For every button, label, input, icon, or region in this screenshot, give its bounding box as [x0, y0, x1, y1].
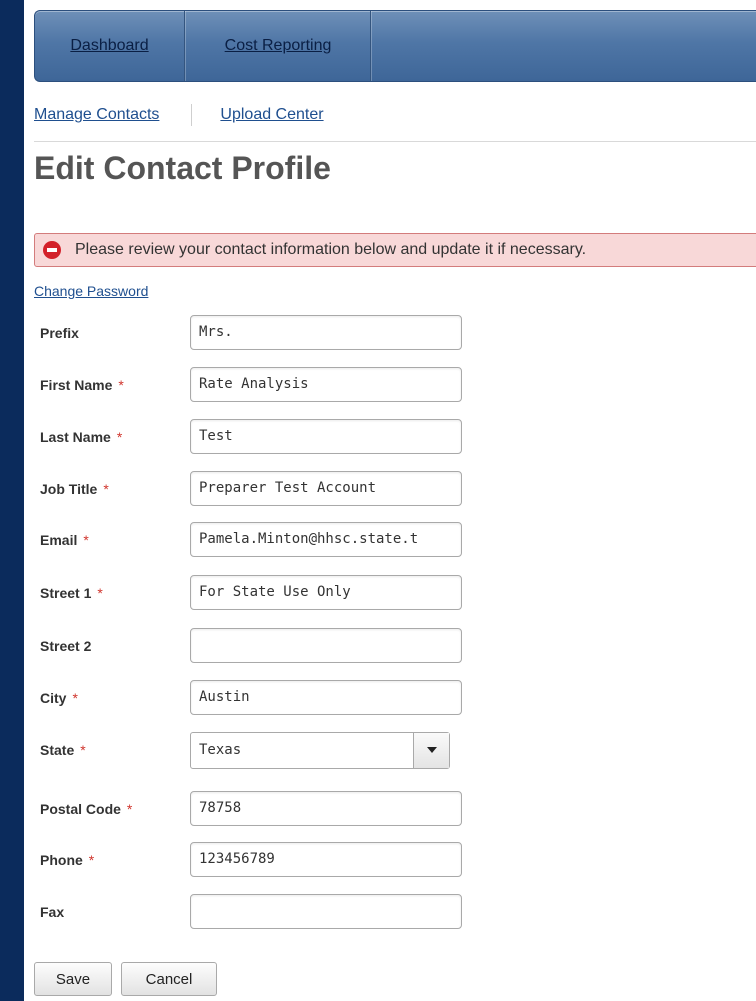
first-name-label: First Name *: [40, 377, 124, 393]
alert-text: Please review your contact information b…: [75, 241, 587, 258]
error-icon: [43, 241, 61, 259]
job-title-label: Job Title *: [40, 481, 109, 497]
phone-label: Phone *: [40, 852, 95, 868]
form-row-last-name: Last Name * Test: [40, 419, 500, 455]
street2-label: Street 2: [40, 638, 92, 654]
save-button[interactable]: Save: [34, 962, 112, 996]
state-selected-value: Texas: [199, 742, 242, 758]
state-select[interactable]: Texas: [190, 732, 450, 769]
street1-label: Street 1 *: [40, 585, 103, 601]
city-input[interactable]: Austin: [190, 680, 462, 715]
form-row-postal-code: Postal Code * 78758: [40, 791, 500, 827]
form-row-fax: Fax: [40, 894, 500, 930]
city-label: City *: [40, 690, 78, 706]
phone-input[interactable]: 123456789: [190, 842, 462, 877]
sub-navigation: Manage Contacts Upload Center: [34, 100, 324, 130]
form-row-phone: Phone * 123456789: [40, 842, 500, 878]
prefix-label: Prefix: [40, 325, 79, 341]
upload-center-link[interactable]: Upload Center: [220, 106, 323, 124]
street2-input[interactable]: [190, 628, 462, 663]
required-marker: *: [72, 690, 78, 706]
required-marker: *: [88, 852, 95, 868]
subnav-divider: [191, 104, 193, 126]
job-title-input[interactable]: Preparer Test Account: [190, 471, 462, 506]
form-row-prefix: Prefix Mrs.: [40, 315, 500, 351]
form-row-job-title: Job Title * Preparer Test Account: [40, 471, 500, 507]
required-marker: *: [126, 801, 133, 817]
form-row-street1: Street 1 * For State Use Only: [40, 575, 500, 611]
page-title: Edit Contact Profile: [34, 150, 331, 186]
required-marker: *: [118, 377, 124, 393]
fax-input[interactable]: [190, 894, 462, 929]
fax-label: Fax: [40, 904, 65, 920]
form-row-street2: Street 2: [40, 628, 500, 664]
form-row-city: City * Austin: [40, 680, 500, 716]
chevron-down-icon[interactable]: [413, 733, 449, 768]
page-container: Dashboard Cost Reporting Manage Contacts…: [24, 0, 756, 1001]
required-marker: *: [83, 532, 89, 548]
top-navigation: Dashboard Cost Reporting: [34, 10, 756, 82]
form-row-email: Email * Pamela.Minton@hhsc.state.t: [40, 522, 500, 558]
form-row-first-name: First Name * Rate Analysis: [40, 367, 500, 403]
manage-contacts-link[interactable]: Manage Contacts: [34, 106, 159, 124]
last-name-label: Last Name *: [40, 429, 123, 445]
postal-code-label: Postal Code *: [40, 801, 133, 817]
first-name-input[interactable]: Rate Analysis: [190, 367, 462, 402]
change-password-link[interactable]: Change Password: [34, 283, 148, 299]
required-marker: *: [97, 585, 103, 601]
required-marker: *: [80, 742, 86, 758]
email-input[interactable]: Pamela.Minton@hhsc.state.t: [190, 522, 462, 557]
tab-cost-reporting[interactable]: Cost Reporting: [186, 11, 371, 81]
cancel-button[interactable]: Cancel: [121, 962, 217, 996]
required-marker: *: [116, 429, 123, 445]
postal-code-input[interactable]: 78758: [190, 791, 462, 826]
state-label: State *: [40, 742, 86, 758]
street1-input[interactable]: For State Use Only: [190, 575, 462, 610]
last-name-input[interactable]: Test: [190, 419, 462, 454]
email-label: Email *: [40, 532, 89, 548]
alert-message: Please review your contact information b…: [34, 233, 756, 267]
divider: [34, 141, 756, 142]
tab-dashboard[interactable]: Dashboard: [35, 11, 185, 81]
required-marker: *: [103, 481, 109, 497]
form-row-state: State * Texas: [40, 732, 500, 769]
prefix-input[interactable]: Mrs.: [190, 315, 462, 350]
